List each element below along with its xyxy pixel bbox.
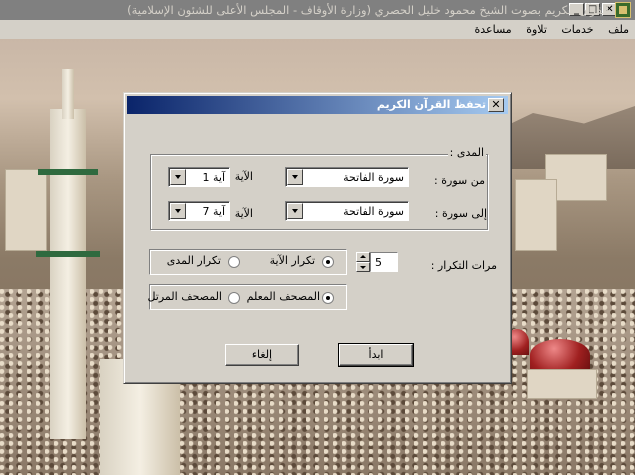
range-group-label: المدى : — [447, 146, 486, 159]
to-ayah-value: آية 7 — [202, 205, 225, 218]
to-surah-label: إلى سورة : — [434, 207, 487, 220]
menu-help[interactable]: مساعدة — [475, 23, 512, 36]
to-ayah-label: الآية : — [227, 207, 254, 220]
app-icon[interactable] — [615, 2, 631, 18]
repeat-count-input[interactable]: 5 — [370, 252, 398, 272]
minaret-band — [38, 169, 98, 175]
minaret-spire — [62, 69, 74, 119]
dialog-title-bar: تحفظ القرآن الكريم ✕ — [127, 96, 508, 114]
to-surah-value: سورة الفاتحة — [343, 205, 404, 218]
from-surah-combo[interactable]: سورة الفاتحة — [285, 167, 409, 187]
window-title: القرآن الكريم بصوت الشيخ محمود خليل الحص… — [127, 3, 609, 17]
repeat-range-radio[interactable] — [228, 256, 240, 268]
menu-recitation[interactable]: تلاوة — [526, 23, 547, 36]
chevron-down-icon[interactable] — [287, 169, 303, 185]
minaret-band — [36, 251, 100, 257]
repeat-count-value: 5 — [375, 256, 382, 269]
menu-file[interactable]: ملف — [608, 23, 629, 36]
from-surah-value: سورة الفاتحة — [343, 171, 404, 184]
from-ayah-label: الآية : — [227, 170, 254, 183]
mushaf-murattal-radio[interactable] — [228, 292, 240, 304]
spin-down-icon[interactable] — [356, 262, 370, 272]
building — [5, 169, 47, 251]
chevron-down-icon[interactable] — [287, 203, 303, 219]
to-ayah-combo[interactable]: آية 7 — [168, 201, 230, 221]
dialog-title: تحفظ القرآن الكريم — [376, 98, 486, 111]
from-ayah-combo[interactable]: آية 1 — [168, 167, 230, 187]
memorize-dialog: تحفظ القرآن الكريم ✕ المدى : من سورة : س… — [123, 92, 512, 384]
minaret-left — [50, 109, 86, 439]
start-button[interactable]: ابدأ — [338, 343, 414, 367]
dialog-close-button[interactable]: ✕ — [488, 98, 504, 112]
menu-services[interactable]: خدمات — [561, 23, 593, 36]
mushaf-teacher-label[interactable]: المصحف المعلم — [247, 290, 320, 303]
building — [527, 369, 597, 399]
mushaf-teacher-radio[interactable] — [322, 292, 334, 304]
repeat-ayah-label[interactable]: تكرار الآية — [270, 254, 315, 267]
spin-up-icon[interactable] — [356, 252, 370, 262]
repeat-count-spinner[interactable] — [356, 252, 370, 272]
to-surah-combo[interactable]: سورة الفاتحة — [285, 201, 409, 221]
from-surah-label: من سورة : — [434, 174, 485, 187]
menu-bar: ملف خدمات تلاوة مساعدة — [0, 20, 635, 39]
dome — [530, 339, 590, 371]
chevron-down-icon[interactable] — [170, 169, 186, 185]
repeat-count-label: مرات التكرار : — [430, 259, 497, 272]
cancel-button[interactable]: إلغاء — [225, 344, 299, 366]
from-ayah-value: آية 1 — [202, 171, 225, 184]
main-title-bar: _ □ ✕ القرآن الكريم بصوت الشيخ محمود خلي… — [0, 0, 635, 20]
repeat-ayah-radio[interactable] — [322, 256, 334, 268]
chevron-down-icon[interactable] — [170, 203, 186, 219]
repeat-range-label[interactable]: تكرار المدى — [167, 254, 221, 267]
mushaf-murattal-label[interactable]: المصحف المرتل — [147, 290, 222, 303]
building — [515, 179, 557, 251]
